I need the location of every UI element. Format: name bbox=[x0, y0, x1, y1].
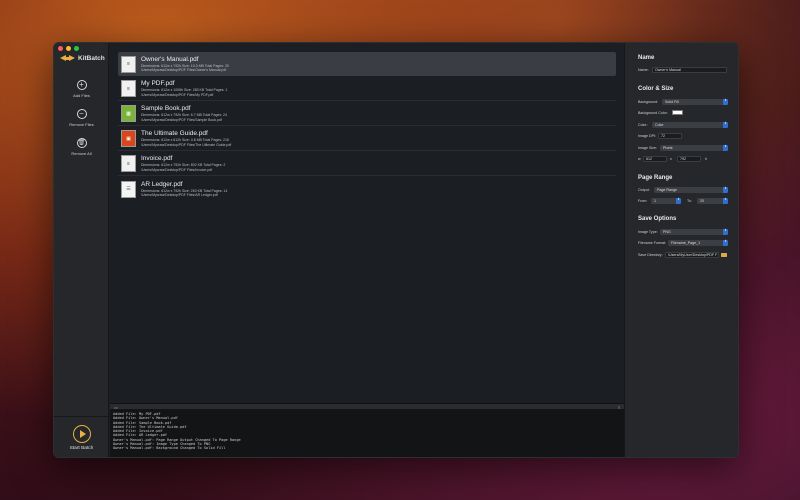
dpi-input[interactable]: 72 bbox=[658, 133, 682, 139]
plus-circle-icon: + bbox=[76, 80, 87, 90]
file-path: /Users/Mycraw/Desktop/PDF Files/My PDF.p… bbox=[141, 92, 214, 97]
output-value: Page Range bbox=[657, 188, 677, 192]
select-arrows-icon: ⇕ bbox=[723, 99, 728, 105]
file-row-invoice[interactable]: ≡ Invoice.pdf Dimensions: 612w x 792h Si… bbox=[118, 152, 616, 176]
file-name: Owner's Manual.pdf bbox=[141, 55, 199, 63]
color-size-section-title: Color & Size bbox=[638, 86, 674, 92]
page-range-section-title: Page Range bbox=[638, 175, 673, 181]
image-type-label: Image Type: bbox=[638, 230, 658, 234]
to-label: To: bbox=[687, 199, 692, 203]
to-stepper[interactable]: 20 ⇕ bbox=[697, 198, 728, 204]
to-value: 20 bbox=[700, 199, 704, 203]
save-directory-field[interactable]: /Users/MyUser/Desktop/PDF F bbox=[665, 252, 719, 258]
width-input[interactable]: 612 bbox=[643, 156, 667, 162]
save-options-section-title: Save Options bbox=[638, 216, 677, 222]
filename-format-select[interactable]: Filename_Page_1 ⇕ bbox=[668, 240, 728, 246]
output-select[interactable]: Page Range ⇕ bbox=[654, 187, 728, 193]
file-row-my-pdf[interactable]: ≡ My PDF.pdf Dimensions: 612w x 1008h Si… bbox=[118, 77, 616, 101]
minimize-window-button[interactable] bbox=[66, 46, 71, 51]
file-path: /Users/Mycraw/Desktop/PDF Files/Sample B… bbox=[141, 117, 222, 122]
output-label: Output: bbox=[638, 188, 650, 192]
background-color-label: Background Color: bbox=[638, 111, 668, 115]
image-type-select[interactable]: PNG ⇕ bbox=[660, 229, 728, 235]
name-label: Name: bbox=[638, 68, 649, 72]
close-window-button[interactable] bbox=[58, 46, 63, 51]
start-batch-label: Start Batch bbox=[69, 446, 94, 451]
dpi-label: Image DPI: bbox=[638, 134, 656, 138]
save-directory-label: Save Directory: bbox=[638, 253, 663, 257]
color-value: Color bbox=[655, 123, 664, 127]
add-files-button[interactable]: + Add Files bbox=[54, 80, 109, 98]
from-label: From: bbox=[638, 199, 648, 203]
pdf-thumbnail-icon: ≡ bbox=[121, 155, 136, 172]
image-size-label: Image Size: bbox=[638, 146, 657, 150]
pdf-thumbnail-icon: ▦ bbox=[121, 105, 136, 122]
file-row-ar-ledger[interactable]: ☰ AR Ledger.pdf Dimensions: 612w x 792h … bbox=[118, 177, 616, 201]
zoom-window-button[interactable] bbox=[74, 46, 79, 51]
pdf-thumbnail-icon: ☰ bbox=[121, 180, 136, 198]
file-path: /Users/Mycraw/Desktop/PDF Files/Invoice.… bbox=[141, 167, 213, 172]
remove-files-button[interactable]: − Remove Files bbox=[54, 109, 109, 127]
background-value: Solid Fill bbox=[665, 100, 679, 104]
image-type-value: PNG bbox=[663, 230, 671, 234]
file-row-owners-manual[interactable]: ≡ Owner's Manual.pdf Dimensions: 612w x … bbox=[118, 52, 616, 76]
minus-circle-icon: − bbox=[76, 109, 87, 119]
file-name: My PDF.pdf bbox=[141, 80, 175, 88]
file-path: /Users/Mycraw/Desktop/PDF Files/AR Ledge… bbox=[141, 193, 218, 197]
file-path: /Users/Mycraw/Desktop/PDF Files/Owner's … bbox=[141, 68, 227, 72]
select-arrows-icon: ⇕ bbox=[723, 145, 728, 151]
stepper-arrows-icon: ⇕ bbox=[676, 198, 681, 204]
image-size-select[interactable]: Pixels ⇕ bbox=[660, 145, 728, 151]
file-list: ≡ Owner's Manual.pdf Dimensions: 612w x … bbox=[110, 43, 624, 403]
width-label: w bbox=[638, 157, 641, 161]
filename-format-label: Filename Format: bbox=[638, 241, 667, 245]
select-arrows-icon: ⇕ bbox=[723, 240, 728, 246]
file-path: /Users/Mycraw/Desktop/PDF Files/The Ulti… bbox=[141, 142, 232, 147]
remove-files-label: Remove Files bbox=[69, 122, 94, 127]
window-controls bbox=[58, 46, 79, 51]
add-files-label: Add Files bbox=[73, 93, 90, 98]
remove-all-button[interactable]: 🗑 Remove All bbox=[54, 138, 109, 156]
select-arrows-icon: ⇕ bbox=[723, 122, 728, 128]
background-label: Background: bbox=[638, 100, 659, 104]
stepper-arrows-icon: ⇕ bbox=[723, 198, 728, 204]
kitbatch-logo-icon bbox=[60, 54, 75, 62]
filename-format-value: Filename_Page_1 bbox=[671, 241, 701, 245]
file-name: Sample Book.pdf bbox=[141, 105, 191, 113]
file-name: Invoice.pdf bbox=[141, 155, 173, 163]
file-name: AR Ledger.pdf bbox=[141, 180, 183, 188]
trash-icon: 🗑 bbox=[76, 138, 87, 148]
select-arrows-icon: ⇕ bbox=[723, 187, 728, 193]
from-value: 1 bbox=[654, 199, 656, 203]
log-line: Owner's Manual.pdf: Background Changed T… bbox=[113, 446, 226, 451]
pdf-thumbnail-icon: ≡ bbox=[121, 55, 136, 73]
from-stepper[interactable]: 1 ⇕ bbox=[651, 198, 681, 204]
color-label: Color: bbox=[638, 123, 648, 127]
remove-all-label: Remove All bbox=[71, 151, 92, 156]
height-label: h bbox=[705, 157, 707, 161]
background-select[interactable]: Solid Fill ⇕ bbox=[662, 99, 728, 105]
sidebar: KitBatch + Add Files − Remove Files 🗑 Re… bbox=[54, 43, 109, 457]
app-window: KitBatch + Add Files − Remove Files 🗑 Re… bbox=[53, 42, 739, 458]
folder-icon[interactable] bbox=[721, 252, 727, 257]
file-row-ultimate-guide[interactable]: ▣ The Ultimate Guide.pdf Dimensions: 612… bbox=[118, 127, 616, 151]
file-row-sample-book[interactable]: ▦ Sample Book.pdf Dimensions: 612w x 792… bbox=[118, 102, 616, 126]
height-input[interactable]: 792 bbox=[677, 156, 701, 162]
pdf-thumbnail-icon: ▣ bbox=[121, 130, 136, 147]
name-section-title: Name bbox=[638, 55, 655, 61]
inspector-panel: Name Name: Owner's Manual Color & Size B… bbox=[624, 43, 738, 457]
select-arrows-icon: ⇕ bbox=[723, 229, 728, 235]
background-color-swatch[interactable] bbox=[672, 110, 683, 115]
play-icon bbox=[72, 425, 91, 443]
app-name: KitBatch bbox=[78, 54, 105, 62]
start-batch-button[interactable]: Start Batch bbox=[54, 416, 109, 451]
file-name: The Ultimate Guide.pdf bbox=[141, 130, 208, 138]
color-select[interactable]: Color ⇕ bbox=[652, 122, 728, 128]
app-brand: KitBatch bbox=[60, 54, 105, 62]
times-label: x bbox=[670, 157, 672, 161]
pdf-thumbnail-icon: ≡ bbox=[121, 80, 136, 97]
name-input[interactable]: Owner's Manual bbox=[652, 67, 727, 73]
log-console: Added File: My PDF.pdf Added File: Owner… bbox=[110, 409, 624, 457]
image-size-value: Pixels bbox=[663, 146, 673, 150]
